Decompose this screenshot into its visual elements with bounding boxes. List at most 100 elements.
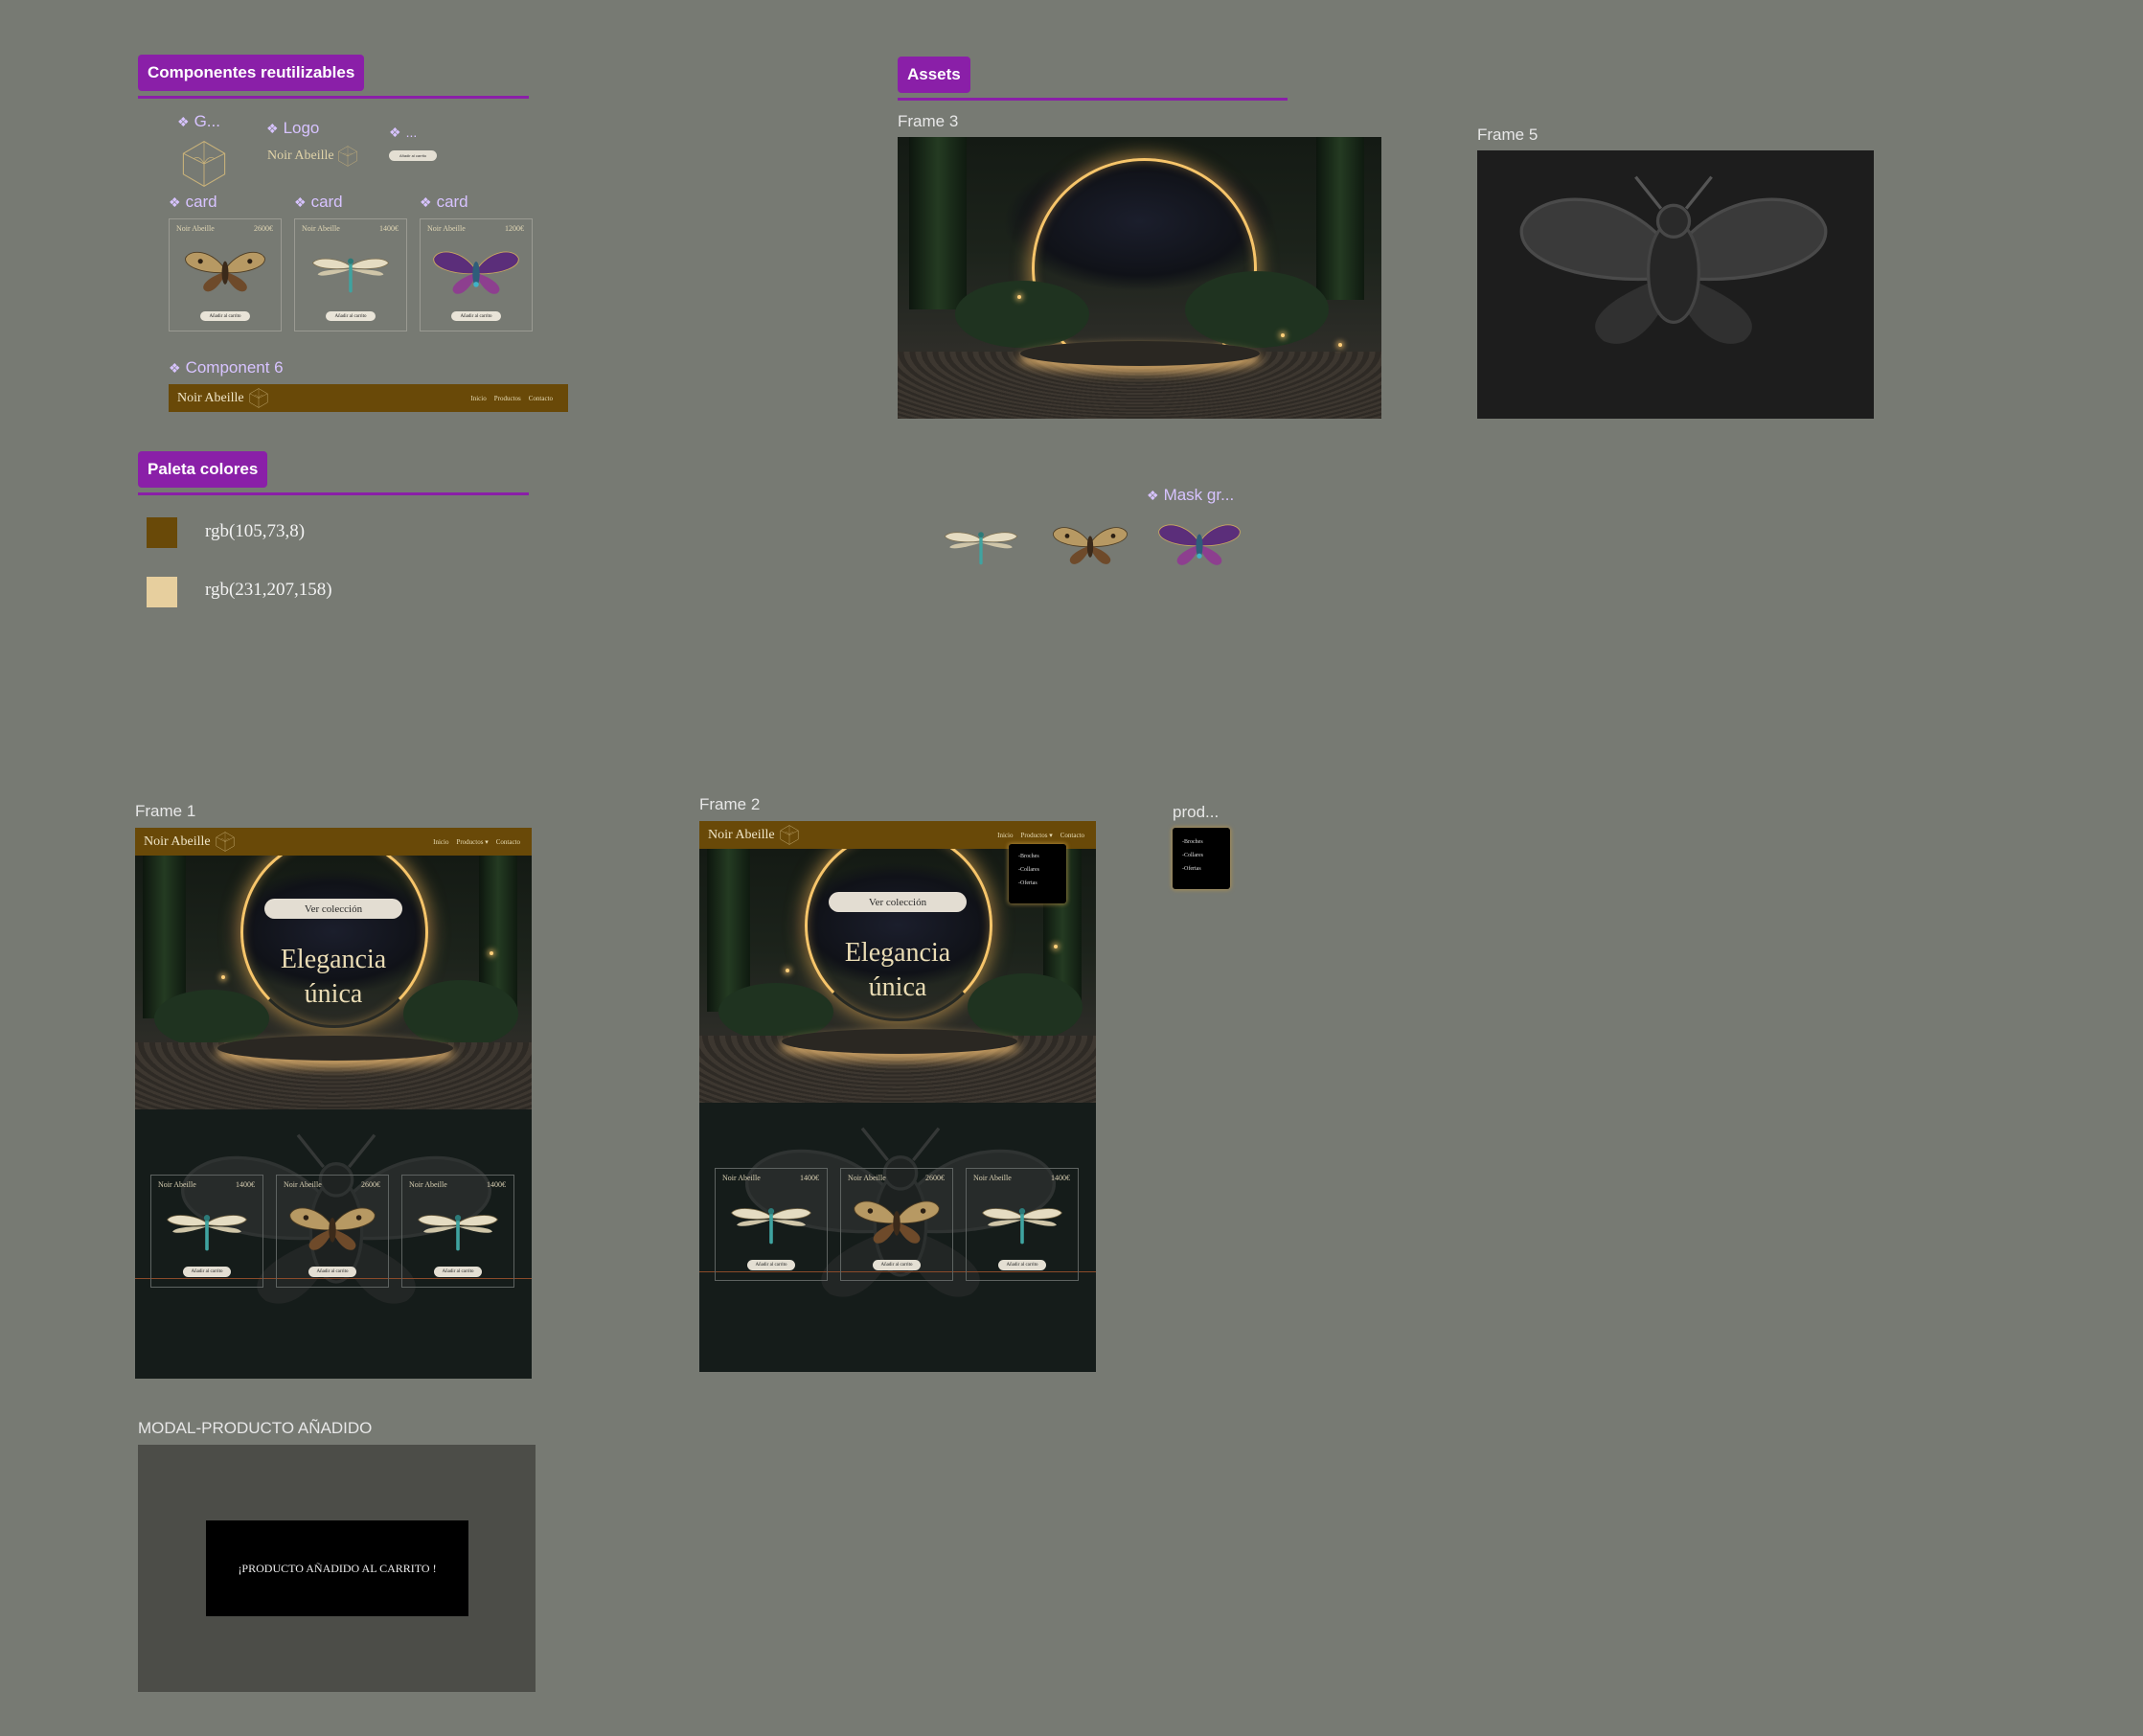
component-label-graphic[interactable]: ❖ G... — [177, 112, 220, 131]
purple-moth-brooch-image — [432, 244, 520, 300]
frame-label[interactable]: MODAL-PRODUCTO AÑADIDO — [138, 1419, 372, 1438]
purple-moth-asset-image[interactable] — [1157, 516, 1242, 572]
frame-label[interactable]: Frame 3 — [898, 112, 958, 131]
navbar-brand[interactable]: Noir Abeille — [708, 828, 775, 843]
frame-label[interactable]: Frame 2 — [699, 795, 760, 814]
frame-2-homepage-dropdown[interactable]: Noir Abeille Inicio Productos ▾ Contacto… — [699, 821, 1096, 1372]
section-divider — [138, 96, 529, 99]
add-to-cart-button[interactable]: Añadir al carrito — [434, 1267, 482, 1277]
nav-link-productos[interactable]: Productos ▾ — [456, 838, 488, 846]
light-dot — [1281, 333, 1285, 337]
nav-link-contacto[interactable]: Contacto — [496, 838, 520, 846]
add-to-cart-button[interactable]: Añadir al carrito — [183, 1267, 231, 1277]
color-swatch-brown[interactable] — [147, 517, 177, 548]
add-to-cart-button[interactable]: Añadir al carrito — [308, 1267, 356, 1277]
moth-brooch-image — [288, 1200, 376, 1256]
nav-link-inicio[interactable]: Inicio — [997, 832, 1013, 839]
card-price: 2600€ — [361, 1180, 380, 1189]
product-card[interactable]: Noir Abeille 1400€ Añadir al carrito — [966, 1168, 1079, 1281]
add-to-cart-button[interactable]: Añadir al carrito — [873, 1260, 921, 1270]
logo-mark-icon — [778, 824, 801, 846]
hero-title: Elegancia única — [135, 943, 532, 1012]
add-to-cart-button[interactable]: Añadir al carrito — [747, 1260, 795, 1270]
component-label-text: Component 6 — [185, 358, 284, 377]
color-label: rgb(105,73,8) — [205, 521, 306, 541]
hero-title-line: única — [868, 972, 927, 1002]
view-collection-button[interactable]: Ver colección — [829, 892, 967, 912]
nav-link-inicio[interactable]: Inicio — [470, 395, 486, 402]
moth-brooch-image — [184, 244, 266, 298]
frame-label[interactable]: Frame 1 — [135, 802, 195, 821]
view-collection-button[interactable]: Ver colección — [264, 899, 402, 919]
color-swatch-cream[interactable] — [147, 577, 177, 607]
section-badge-palette[interactable]: Paleta colores — [138, 451, 268, 488]
dropdown-item-broches[interactable]: -Broches — [1182, 835, 1230, 849]
nav-link-contacto[interactable]: Contacto — [529, 395, 553, 402]
nav-link-productos[interactable]: Productos — [494, 395, 521, 402]
modal-dialog[interactable]: ¡PRODUCTO AÑADIDO AL CARRITO ! — [206, 1520, 468, 1616]
moth-asset-image[interactable] — [1052, 518, 1128, 572]
dropdown-item-collares[interactable]: -Collares — [1018, 863, 1066, 877]
nav-link-contacto[interactable]: Contacto — [1060, 832, 1084, 839]
dragonfly-brooch-image — [978, 1196, 1066, 1247]
dropdown-item-collares[interactable]: -Collares — [1182, 849, 1230, 862]
add-to-cart-button[interactable]: Añadir al carrito — [451, 311, 501, 321]
component-label-card-1[interactable]: ❖ card — [169, 193, 217, 212]
product-card[interactable]: Noir Abeille 2600€ Añadir al carrito — [840, 1168, 953, 1281]
frame-3-hero-asset[interactable] — [898, 137, 1381, 419]
hero-title-line: única — [304, 979, 363, 1009]
frame-1-homepage[interactable]: Noir Abeille Inicio Productos ▾ Contacto… — [135, 828, 532, 1379]
navbar-brand[interactable]: Noir Abeille — [177, 391, 244, 406]
logo-text[interactable]: Noir Abeille — [267, 148, 334, 164]
light-dot — [1017, 295, 1021, 299]
section-badge-components[interactable]: Componentes reutilizables — [138, 55, 365, 91]
component-label-text: card — [310, 193, 343, 211]
add-to-cart-button[interactable]: Añadir al carrito — [326, 311, 376, 321]
card-price: 2600€ — [925, 1174, 945, 1182]
navbar-links: Inicio Productos ▾ Contacto — [997, 832, 1084, 839]
navbar[interactable]: Noir Abeille Inicio Productos ▾ Contacto — [135, 828, 532, 856]
dropdown-item-ofertas[interactable]: -Ofertas — [1018, 877, 1066, 890]
product-card-component[interactable]: Noir Abeille 1200€ Añadir al carrito — [420, 218, 533, 331]
add-to-cart-button[interactable]: Añadir al carrito — [998, 1260, 1046, 1270]
dropdown-item-broches[interactable]: -Broches — [1018, 850, 1066, 863]
component-label-button[interactable]: ❖... — [389, 125, 417, 141]
products-dropdown-component[interactable]: -Broches -Collares -Ofertas — [1173, 828, 1230, 889]
products-section: Noir Abeille 1400€ Añadir al carrito Noi… — [135, 1109, 532, 1379]
frame-5-cicada-asset[interactable] — [1477, 150, 1874, 419]
product-card[interactable]: Noir Abeille 1400€ Añadir al carrito — [150, 1175, 263, 1288]
navbar-component[interactable]: Noir Abeille Inicio Productos Contacto — [169, 384, 568, 412]
product-card[interactable]: Noir Abeille 1400€ Añadir al carrito — [715, 1168, 828, 1281]
dragonfly-asset-image[interactable] — [942, 518, 1020, 570]
component-label-logo[interactable]: ❖ Logo — [266, 119, 319, 138]
nav-link-productos[interactable]: Productos ▾ — [1020, 832, 1052, 839]
card-brand: Noir Abeille — [302, 224, 340, 233]
frame-label[interactable]: Frame 5 — [1477, 126, 1538, 145]
dropdown-item-ofertas[interactable]: -Ofertas — [1182, 862, 1230, 876]
component-label-navbar[interactable]: ❖ Component 6 — [169, 358, 284, 377]
modal-overlay-frame[interactable]: ¡PRODUCTO AÑADIDO AL CARRITO ! — [138, 1445, 536, 1692]
product-card-component[interactable]: Noir Abeille 1400€ Añadir al carrito — [294, 218, 407, 331]
stage-platform — [217, 1036, 453, 1061]
product-card[interactable]: Noir Abeille 1400€ Añadir al carrito — [401, 1175, 514, 1288]
component-label-card-2[interactable]: ❖ card — [294, 193, 343, 212]
hero-title-line: Elegancia — [844, 938, 951, 968]
section-divider — [898, 98, 1288, 101]
products-dropdown-menu[interactable]: -Broches -Collares -Ofertas — [1009, 844, 1066, 903]
geometric-logo-icon[interactable] — [175, 138, 233, 190]
navbar-brand[interactable]: Noir Abeille — [144, 834, 211, 850]
cicada-image — [1516, 170, 1832, 361]
section-badge-assets[interactable]: Assets — [898, 57, 970, 93]
product-card[interactable]: Noir Abeille 2600€ Añadir al carrito — [276, 1175, 389, 1288]
frame-label[interactable]: prod... — [1173, 803, 1219, 822]
card-price: 1400€ — [379, 224, 399, 233]
component-label-mask-group[interactable]: ❖ Mask gr... — [1147, 486, 1234, 505]
nav-link-inicio[interactable]: Inicio — [433, 838, 448, 846]
add-to-cart-button-component[interactable]: Añadir al carrito — [389, 150, 437, 161]
add-to-cart-button[interactable]: Añadir al carrito — [200, 311, 250, 321]
card-price: 1400€ — [487, 1180, 506, 1189]
component-label-card-3[interactable]: ❖ card — [420, 193, 468, 212]
product-card-component[interactable]: Noir Abeille 2600€ Añadir al carrito — [169, 218, 282, 331]
card-brand: Noir Abeille — [409, 1180, 447, 1189]
component-label-text: G... — [194, 112, 220, 130]
